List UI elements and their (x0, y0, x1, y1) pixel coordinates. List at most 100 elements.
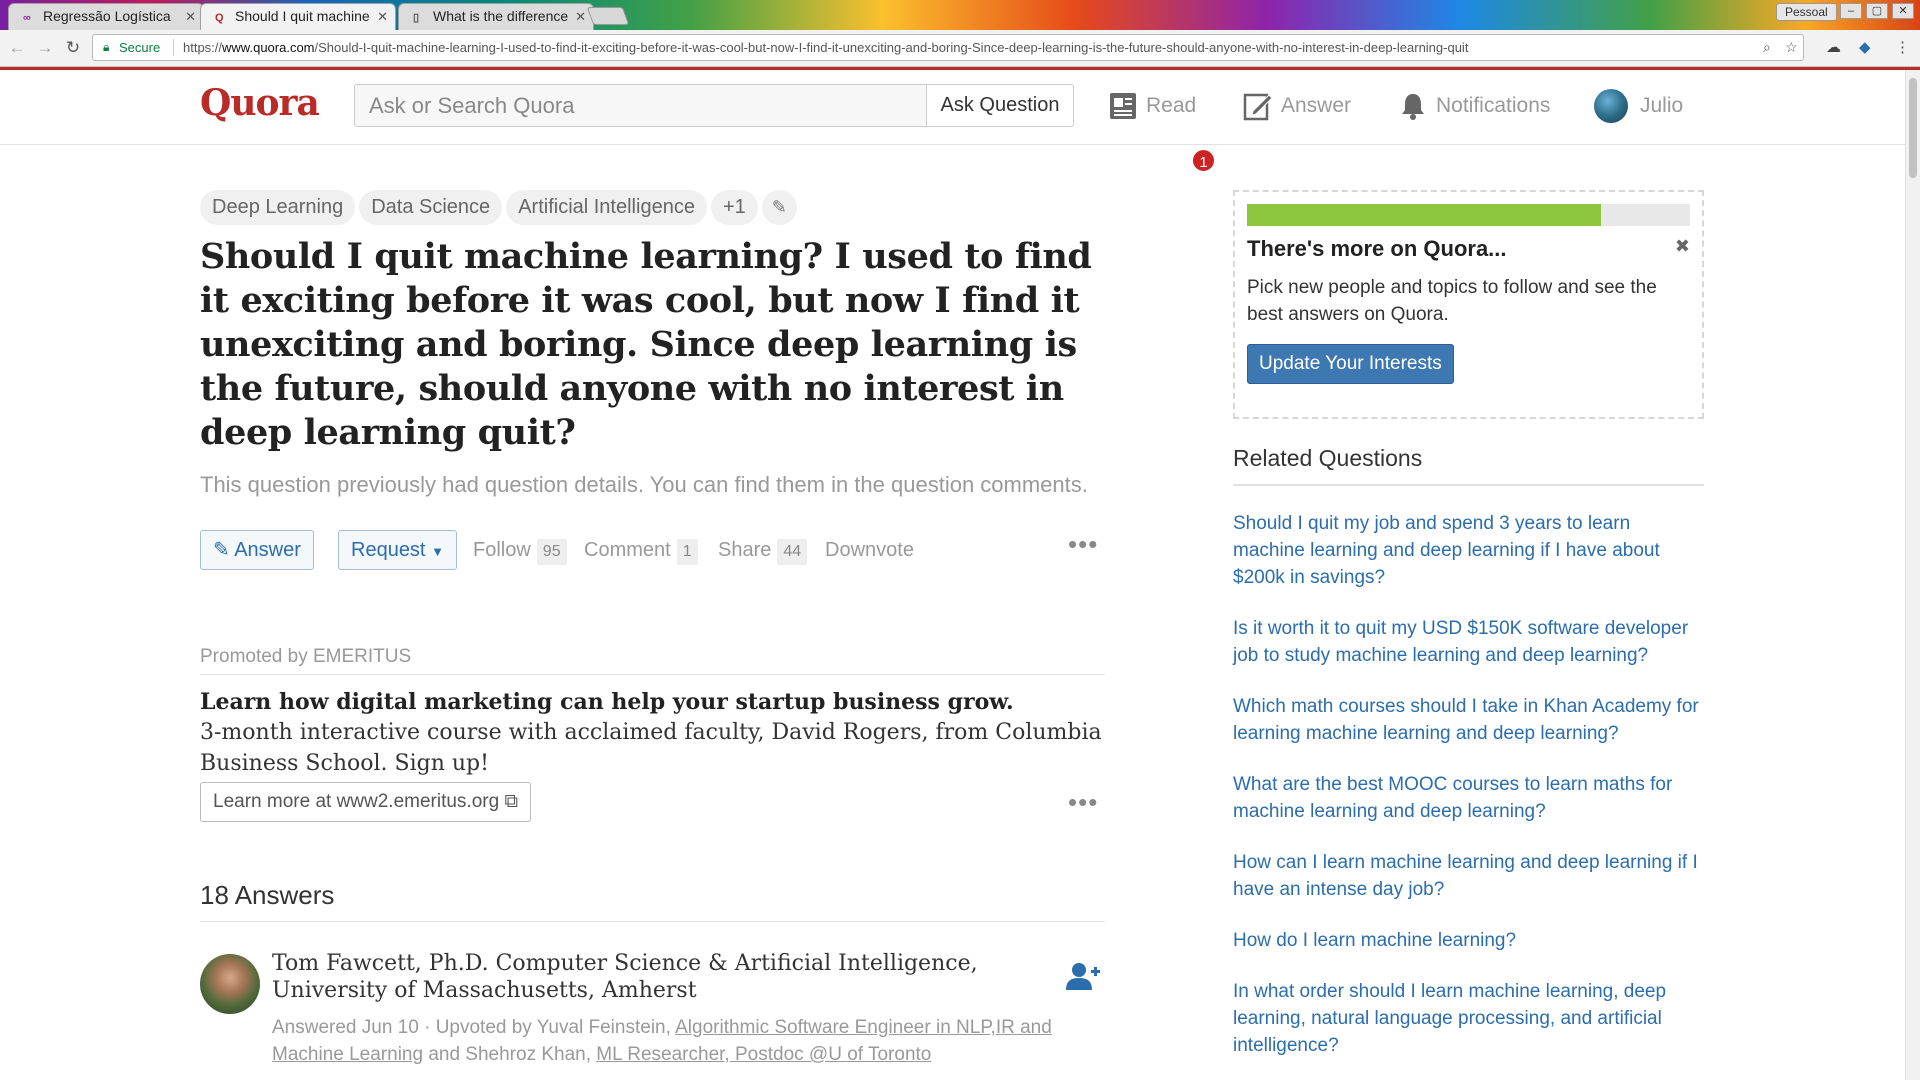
close-icon[interactable]: ✕ (575, 4, 586, 29)
comment-button[interactable]: Comment 1 (584, 536, 698, 565)
learn-more-link[interactable]: Learn more at www2.emeritus.org ⧉ (200, 782, 532, 822)
close-icon[interactable]: ✖ (1675, 236, 1690, 257)
update-interests-button[interactable]: Update Your Interests (1247, 344, 1454, 384)
follow-user-icon[interactable] (1066, 962, 1100, 997)
tab-quora-question[interactable]: Q Should I quit machine ✕ (200, 3, 396, 30)
related-question-link[interactable]: How do I learn machine learning? (1233, 927, 1704, 954)
question-main: Deep Learning Data Science Artificial Inte… (200, 190, 1105, 1065)
nav-answer[interactable]: Answer (1243, 88, 1351, 124)
ad-options-icon[interactable]: ••• (1068, 789, 1098, 815)
related-questions-heading: Related Questions (1233, 445, 1704, 486)
forward-icon[interactable]: → (34, 37, 56, 59)
answer-author-credential[interactable]: Tom Fawcett, Ph.D. Computer Science & Ar… (272, 950, 992, 1004)
browser-tab-strip: ∞ Regressão Logística ✕ Q Should I quit ma… (0, 0, 1920, 30)
downvote-button[interactable]: Downvote (825, 536, 914, 564)
tab-what-is-difference[interactable]: ▯ What is the difference ✕ (398, 3, 594, 30)
related-question-link[interactable]: How can I learn machine learning and dee… (1233, 849, 1704, 903)
external-link-icon: ⧉ (504, 791, 519, 812)
ask-question-button[interactable]: Ask Question (926, 84, 1074, 127)
zoom-icon[interactable]: ⌕ (1763, 35, 1771, 60)
address-bar[interactable]: 🔒︎ Secure https://www.quora.com/Should-I… (92, 34, 1804, 61)
promoted-by-label: Promoted by EMERITUS (200, 646, 1105, 675)
menu-icon[interactable]: ⋮ (1895, 38, 1910, 56)
page-favicon-icon: ▯ (413, 12, 420, 24)
interests-progress-fill (1247, 204, 1602, 226)
author-avatar[interactable] (200, 954, 260, 1014)
url-text[interactable]: https://www.quora.com/Should-I-quit-mach… (183, 35, 1753, 60)
close-icon[interactable]: ✕ (185, 4, 196, 29)
url-divider (173, 39, 174, 56)
url-scheme: https:// (183, 40, 223, 55)
minimize-icon[interactable]: – (1840, 3, 1862, 19)
bell-icon (1402, 94, 1424, 121)
quora-logo[interactable]: Quora (200, 82, 320, 124)
notification-count-badge: 1 (1191, 148, 1216, 173)
ad-headline[interactable]: Learn how digital marketing can help you… (200, 687, 1105, 717)
extension-icon[interactable]: ☁ (1826, 38, 1841, 56)
extension-icon[interactable]: ◆ (1859, 38, 1871, 56)
url-path: /Should-I-quit-machine-learning-I-used-t… (314, 40, 1469, 55)
edit-topics-pencil-icon[interactable]: ✎ (761, 190, 797, 225)
share-button[interactable]: Share 44 (718, 536, 808, 565)
question-details-note: This question previously had question de… (200, 472, 1088, 497)
tab-title: What is the difference (433, 8, 569, 24)
question-actions: ✎ Answer Request ▼ Follow 95 Comment 1 Sha… (200, 530, 1105, 570)
site-header: Quora Ask Question Read 1 Answer Notific… (0, 70, 1905, 173)
url-host: www.quora.com (222, 40, 315, 55)
pencil-edit-icon (1243, 94, 1273, 121)
follow-button[interactable]: Follow 95 (473, 536, 567, 565)
topic-tag[interactable]: Artificial Intelligence (506, 190, 707, 225)
related-question-link[interactable]: Which math courses should I take in Khan… (1233, 693, 1704, 747)
close-icon[interactable]: ✕ (377, 4, 388, 29)
topic-tag[interactable]: Data Science (359, 190, 503, 225)
upvoter-credential-link[interactable]: ML Researcher, Postdoc @U of Toronto (596, 1044, 931, 1065)
lock-icon: 🔒︎ (103, 40, 110, 54)
related-question-link[interactable]: Is it worth it to quit my USD $150K soft… (1233, 615, 1704, 669)
related-questions-list: Should I quit my job and spend 3 years t… (1233, 510, 1704, 1059)
related-question-link[interactable]: What are the best MOOC courses to learn … (1233, 771, 1704, 825)
nav-answer-label: Answer (1281, 94, 1352, 117)
learn-more-label: Learn more at www2.emeritus.org (213, 791, 500, 812)
tab-title: Regressão Logística (43, 8, 171, 24)
nav-user-profile[interactable]: Julio (1594, 88, 1683, 124)
bookmark-star-icon[interactable]: ☆ (1785, 35, 1798, 60)
answer-meta: Answered Jun 10 · Upvoted by Yuval Feins… (272, 1014, 1092, 1068)
topic-list: Deep Learning Data Science Artificial Inte… (200, 190, 1105, 225)
new-tab-button[interactable] (586, 7, 630, 25)
more-options-icon[interactable]: ••• (1068, 531, 1098, 557)
more-topics-tag[interactable]: +1 (710, 190, 758, 225)
question-title: Should I quit machine learning? I used t… (200, 236, 1092, 453)
nav-notifications[interactable]: Notifications (1398, 88, 1550, 124)
follow-label: Follow (473, 539, 531, 561)
ad-body: 3-month interactive course with acclaime… (200, 720, 1102, 776)
maximize-icon[interactable]: ▢ (1866, 3, 1888, 19)
window-close-icon[interactable]: ✕ (1892, 3, 1914, 19)
request-button-label: Request (351, 539, 426, 561)
scrollbar-thumb[interactable] (1909, 78, 1917, 178)
tab-regressao[interactable]: ∞ Regressão Logística ✕ (8, 3, 204, 30)
comment-count: 1 (676, 539, 698, 565)
user-avatar (1594, 89, 1628, 124)
more-on-quora-title: There's more on Quora... (1247, 236, 1507, 261)
search-input[interactable] (354, 84, 928, 127)
more-on-quora-text: Pick new people and topics to follow and… (1247, 277, 1657, 325)
nav-read[interactable]: Read (1108, 88, 1196, 124)
related-question-link[interactable]: In what order should I learn machine lea… (1233, 978, 1704, 1059)
answered-date: Answered Jun 10 · Upvoted by Yuval Feins… (272, 1017, 676, 1038)
request-button[interactable]: Request ▼ (338, 530, 457, 570)
scrollbar[interactable] (1905, 70, 1920, 1080)
tab-title: Should I quit machine (235, 8, 370, 24)
nav-notifications-label: Notifications (1436, 94, 1551, 117)
related-question-link[interactable]: Should I quit my job and spend 3 years t… (1233, 510, 1704, 591)
reload-icon[interactable]: ↻ (62, 37, 84, 59)
share-count: 44 (777, 539, 808, 565)
comment-label: Comment (584, 539, 671, 561)
tab-favicon-icon: ∞ (23, 12, 31, 24)
upvoter-text: and Shehroz Khan, (423, 1044, 597, 1065)
profile-button[interactable]: Pessoal (1776, 3, 1837, 21)
answer-button[interactable]: ✎ Answer (200, 530, 314, 570)
back-icon[interactable]: ← (6, 37, 28, 59)
nav-read-label: Read (1146, 94, 1197, 117)
quora-favicon-icon: Q (215, 12, 224, 24)
topic-tag[interactable]: Deep Learning (200, 190, 356, 225)
